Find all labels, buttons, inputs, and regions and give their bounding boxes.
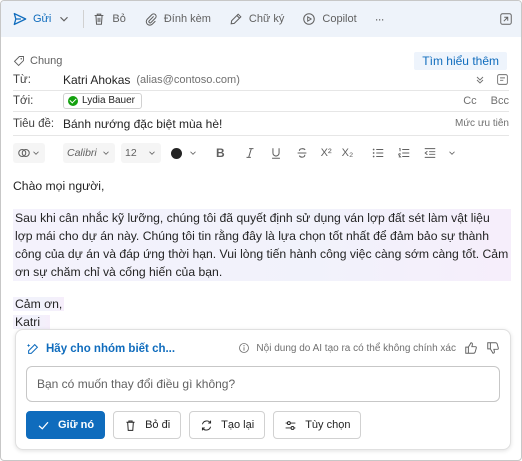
signature-label: Chữ ký bbox=[248, 13, 285, 25]
disclaimer-text: Nội dung do AI tạo ra có thể không chính… bbox=[256, 342, 456, 354]
message-body[interactable]: Chào mọi người, Sau khi cân nhắc kỹ lưỡn… bbox=[13, 177, 511, 331]
recipient-chip[interactable]: Lydia Bauer bbox=[63, 92, 142, 109]
signature-button[interactable]: Chữ ký bbox=[229, 7, 284, 31]
compose-window: Gửi Bỏ Đính kèm Chữ ký Copilot ··· Chung… bbox=[0, 0, 522, 461]
send-icon bbox=[13, 12, 27, 26]
attach-label: Đính kèm bbox=[163, 13, 211, 25]
from-row-actions bbox=[474, 73, 509, 86]
template-icon[interactable] bbox=[496, 73, 509, 86]
subject-row-actions: Mức ưu tiên bbox=[441, 118, 509, 129]
styles-button[interactable] bbox=[13, 143, 45, 163]
chevron-down-icon bbox=[149, 151, 155, 155]
body-paragraph: Sau khi cân nhắc kỹ lưỡng, chúng tôi đã … bbox=[13, 209, 511, 281]
chevron-down-icon bbox=[60, 16, 69, 22]
ai-disclaimer: Nội dung do AI tạo ra có thể không chính… bbox=[238, 342, 456, 354]
more-label: ··· bbox=[374, 12, 385, 26]
paint-icon bbox=[18, 148, 30, 158]
copilot-icon bbox=[303, 13, 316, 25]
sensitivity-text: Chung bbox=[30, 55, 63, 67]
thumbs-up-icon[interactable] bbox=[464, 341, 478, 355]
subject-row: Tiêu đề: Bánh nướng đặc biệt mùa hè! Mức… bbox=[13, 112, 509, 136]
superscript-button[interactable]: X² bbox=[321, 147, 332, 159]
from-alias: (alias@contoso.com) bbox=[136, 73, 240, 86]
recipient-name: Lydia Bauer bbox=[82, 95, 135, 106]
font-size-select[interactable]: 12 bbox=[121, 143, 161, 163]
copilot-button[interactable]: Copilot bbox=[302, 7, 357, 31]
refresh-icon bbox=[202, 420, 212, 430]
bcc-button[interactable]: Bcc bbox=[491, 95, 509, 107]
font-color-icon[interactable] bbox=[171, 147, 182, 159]
closing-text: Cảm ơn, bbox=[13, 297, 65, 311]
presence-available-icon bbox=[68, 95, 78, 106]
priority-button[interactable]: Mức ưu tiên bbox=[455, 118, 509, 129]
compose-toolbar: Gửi Bỏ Đính kèm Chữ ký Copilot ··· bbox=[1, 1, 521, 37]
sensitivity-label[interactable]: Chung bbox=[13, 55, 62, 67]
subject-label: Tiêu đề: bbox=[13, 117, 55, 130]
sliders-icon bbox=[285, 420, 296, 430]
sensitivity-row: Chung Tìm hiểu thêm bbox=[13, 51, 509, 71]
numbered-list-icon[interactable] bbox=[397, 146, 411, 160]
info-icon[interactable] bbox=[238, 342, 250, 354]
discard-button[interactable]: Bỏ bbox=[92, 7, 126, 31]
learn-more-link[interactable]: Tìm hiểu thêm bbox=[414, 52, 507, 70]
discard-label: Bỏ bbox=[112, 13, 126, 25]
from-label: Từ: bbox=[13, 73, 31, 86]
trash-icon bbox=[95, 13, 104, 25]
font-family-value: Calibri bbox=[67, 147, 97, 159]
copilot-title: Hãy cho nhóm biết ch... bbox=[46, 343, 176, 355]
tag-icon bbox=[13, 56, 24, 67]
discard-draft-button[interactable]: Bỏ đi bbox=[113, 411, 182, 439]
decrease-indent-icon[interactable] bbox=[423, 146, 437, 160]
closing-line: Cảm ơn, bbox=[13, 295, 511, 313]
copilot-actions: Giữ nó Bỏ đi Tạo lại Tùy chọn bbox=[26, 411, 369, 439]
keep-it-label: Giữ nó bbox=[58, 419, 95, 431]
font-family-select[interactable]: Calibri bbox=[63, 143, 115, 163]
options-label: Tùy chọn bbox=[305, 419, 351, 431]
regenerate-label: Tạo lại bbox=[221, 419, 255, 431]
to-label: Tới: bbox=[13, 94, 34, 107]
regenerate-button[interactable]: Tạo lại bbox=[189, 411, 266, 439]
underline-icon[interactable] bbox=[269, 146, 283, 160]
bold-button[interactable]: B bbox=[216, 146, 225, 160]
copilot-panel: Hãy cho nhóm biết ch... Nội dung do AI t… bbox=[15, 329, 511, 450]
keep-it-button[interactable]: Giữ nó bbox=[26, 411, 106, 439]
copilot-prompt-input[interactable] bbox=[26, 366, 500, 402]
paperclip-icon bbox=[145, 13, 157, 26]
to-row-actions: Cc Bcc bbox=[449, 95, 509, 107]
popout-icon[interactable] bbox=[499, 12, 513, 26]
greeting-line: Chào mọi người, bbox=[13, 179, 105, 193]
discard-draft-label: Bỏ đi bbox=[145, 419, 171, 431]
send-options-button[interactable] bbox=[57, 7, 71, 31]
subscript-button[interactable]: X₂ bbox=[342, 147, 354, 159]
font-size-value: 12 bbox=[125, 147, 137, 159]
chevron-down-icon[interactable] bbox=[188, 146, 198, 160]
format-toolbar: Calibri 12 B X² X₂ bbox=[13, 141, 509, 165]
signature-text: Katri bbox=[13, 315, 51, 329]
trash-icon bbox=[126, 420, 135, 431]
chevron-down-icon bbox=[33, 151, 39, 155]
attach-button[interactable]: Đính kèm bbox=[144, 7, 211, 31]
checkmark-icon bbox=[38, 421, 49, 430]
thumbs-down-icon[interactable] bbox=[486, 341, 500, 355]
send-label: Gửi bbox=[33, 13, 52, 25]
chevron-down-icon bbox=[103, 151, 109, 155]
strikethrough-icon[interactable] bbox=[295, 146, 309, 160]
chevron-down-double-icon[interactable] bbox=[474, 74, 486, 86]
copilot-header: Hãy cho nhóm biết ch... Nội dung do AI t… bbox=[26, 340, 500, 358]
send-button[interactable]: Gửi bbox=[13, 7, 51, 31]
cc-button[interactable]: Cc bbox=[463, 95, 476, 107]
options-button[interactable]: Tùy chọn bbox=[273, 411, 362, 439]
toolbar-divider bbox=[83, 10, 85, 28]
to-row: Tới: Lydia Bauer Cc Bcc bbox=[13, 90, 509, 112]
more-options-button[interactable]: ··· bbox=[374, 7, 385, 31]
from-name[interactable]: Katri Ahokas bbox=[63, 73, 130, 87]
pen-icon bbox=[230, 13, 242, 25]
sparkle-pen-icon bbox=[26, 343, 39, 354]
italic-icon[interactable] bbox=[243, 146, 257, 160]
copilot-label: Copilot bbox=[322, 13, 357, 25]
from-row: Từ: Katri Ahokas (alias@contoso.com) bbox=[13, 69, 509, 91]
bullet-list-icon[interactable] bbox=[371, 146, 385, 160]
chevron-down-icon[interactable] bbox=[447, 146, 457, 160]
subject-input[interactable]: Bánh nướng đặc biệt mùa hè! bbox=[63, 117, 222, 131]
